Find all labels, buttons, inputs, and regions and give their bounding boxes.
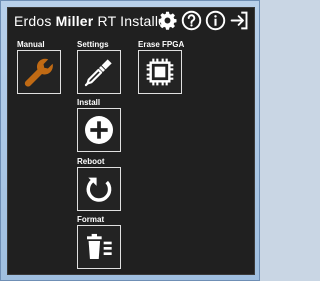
manual-label: Manual [17, 40, 45, 49]
chip-icon [146, 58, 174, 86]
screwdriver-icon [84, 59, 112, 87]
reboot-button[interactable] [77, 167, 121, 211]
title-prefix: Erdos [14, 13, 52, 29]
install-label: Install [77, 98, 101, 107]
title-bold: Miller [55, 13, 94, 29]
exit-icon[interactable] [229, 10, 250, 31]
settings-label: Settings [77, 40, 109, 49]
app-header: Erdos Miller RT Installer [8, 8, 254, 34]
settings-button[interactable] [77, 50, 121, 94]
trash-icon [87, 233, 112, 259]
install-button[interactable] [77, 108, 121, 152]
erase-fpga-button[interactable] [138, 50, 182, 94]
erase-fpga-label: Erase FPGA [138, 40, 185, 49]
format-label: Format [77, 215, 105, 224]
header-icons [157, 10, 250, 31]
info-icon[interactable] [205, 10, 226, 31]
manual-button[interactable] [17, 50, 61, 94]
plus-circle-icon [85, 116, 113, 144]
wrench-icon [24, 58, 53, 87]
reboot-label: Reboot [77, 157, 105, 166]
app-panel: Erdos Miller RT Installer Manual Setting… [7, 7, 255, 275]
gear-icon[interactable] [157, 10, 178, 31]
window-frame: Erdos Miller RT Installer Manual Setting… [0, 0, 260, 281]
help-icon[interactable] [181, 10, 202, 31]
reboot-icon [86, 177, 112, 202]
format-button[interactable] [77, 225, 121, 269]
app-title: Erdos Miller RT Installer [14, 13, 171, 29]
